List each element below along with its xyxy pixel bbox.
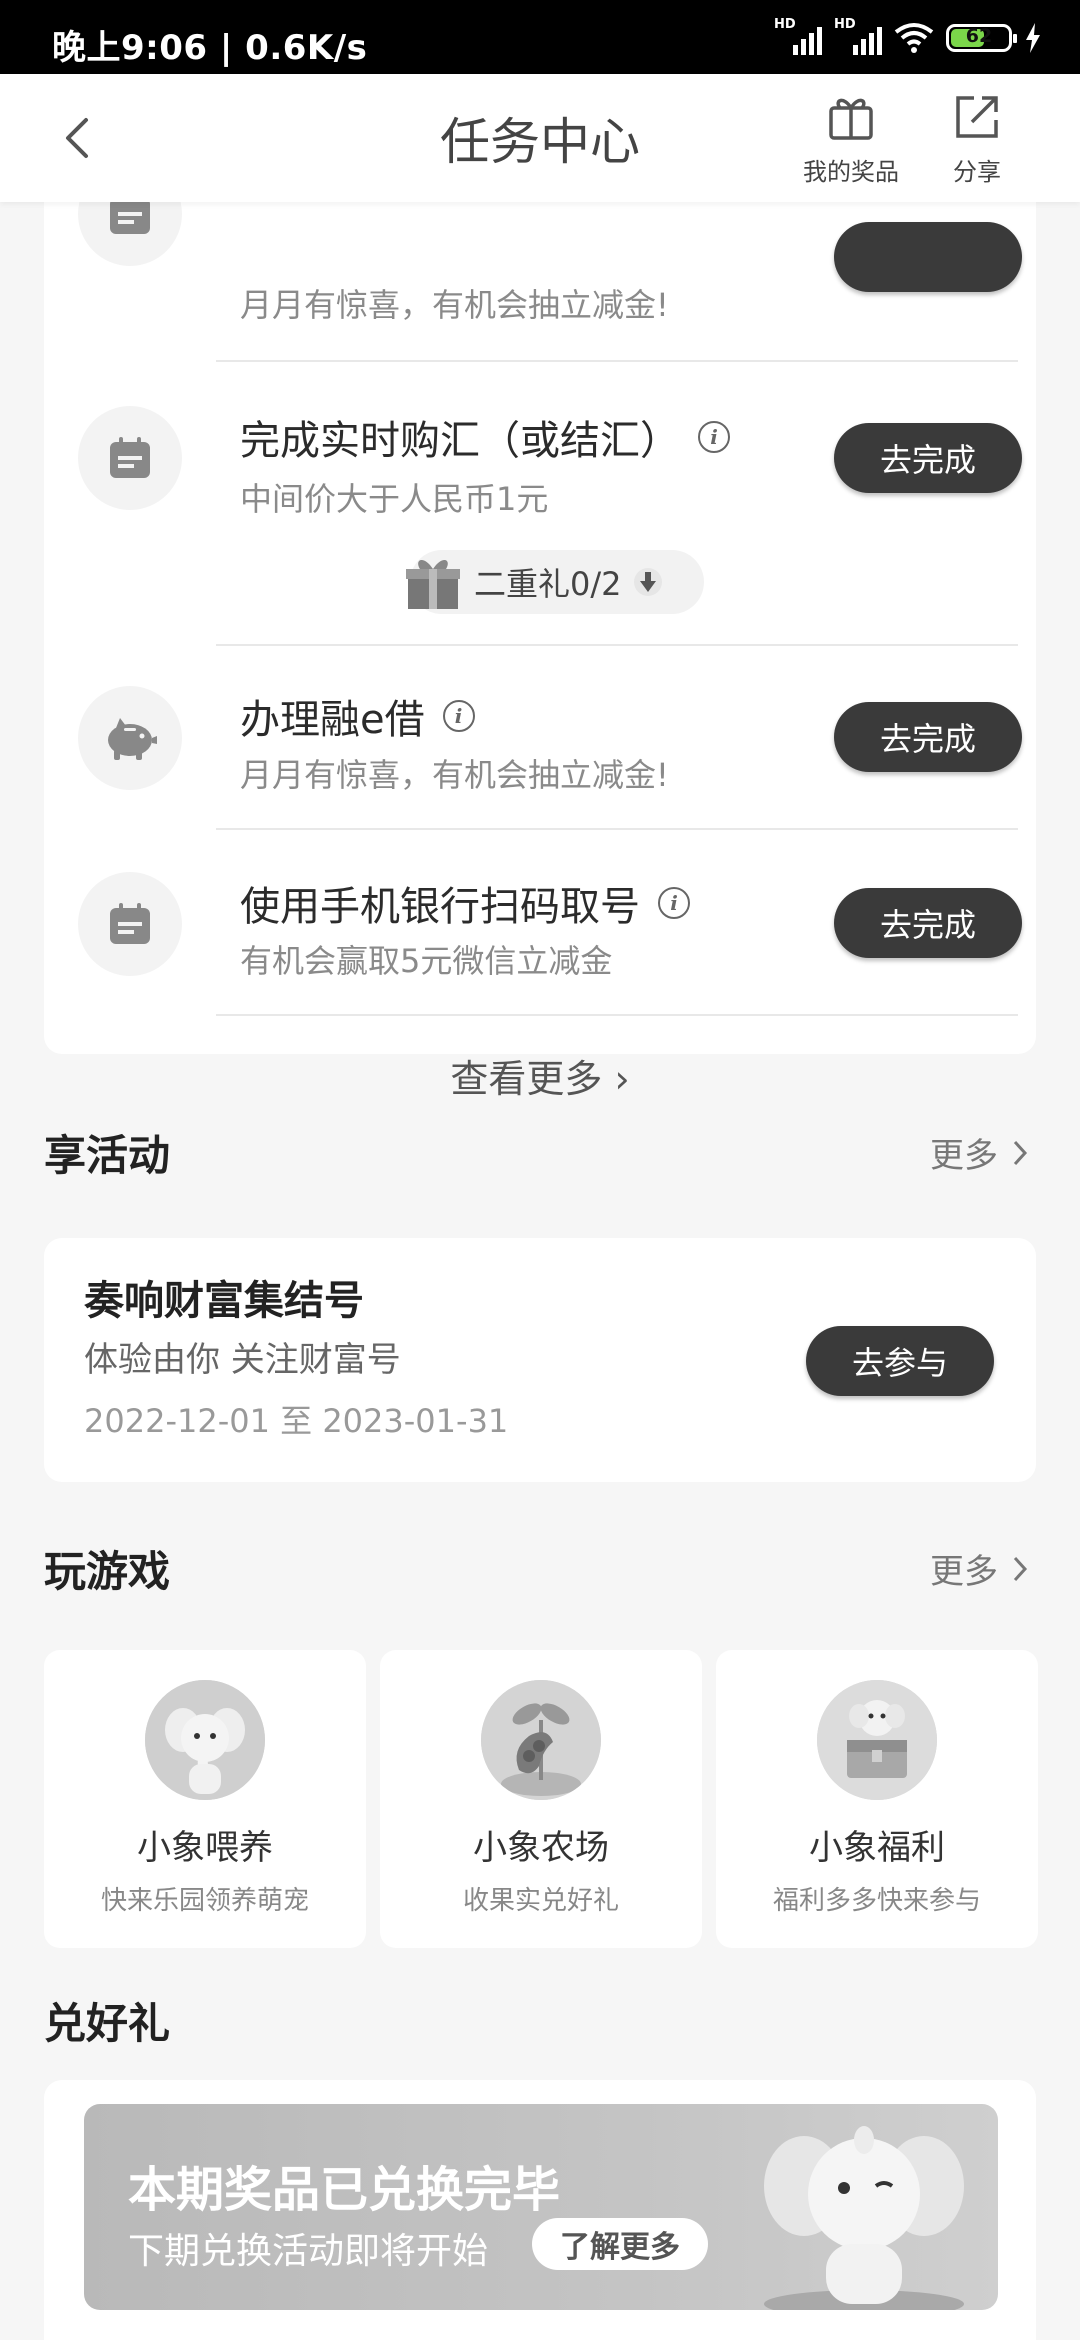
task-desc: 有机会赢取5元微信立减金: [240, 942, 613, 980]
game-desc: 收果实兑好礼: [462, 1886, 619, 1916]
calendar-icon: [110, 903, 150, 944]
activity-date-range: 2022-12-01 至 2023-01-31: [84, 1402, 509, 1440]
status-icons: HD HD 62: [774, 17, 1042, 56]
share-label: 分享: [953, 158, 1001, 186]
divider: [216, 828, 1018, 830]
status-time: 晚上9:06 | 0.6K/s: [52, 28, 368, 68]
exchange-banner[interactable]: 本期奖品已兑换完毕 下期兑换活动即将开始 了解更多: [84, 2104, 998, 2310]
game-card-farm[interactable]: 小象农场 收果实兑好礼: [380, 1650, 702, 1948]
treasure-elephant-icon: [817, 1680, 937, 1800]
game-desc: 快来乐园领养萌宠: [100, 1886, 309, 1916]
elephant-mascot-icon: [764, 2126, 964, 2310]
task-go-button[interactable]: 去完成: [834, 702, 1022, 772]
my-prize-button[interactable]: 我的奖品: [796, 92, 906, 187]
gift-box-icon: [406, 559, 460, 609]
banner-subtitle: 下期兑换活动即将开始: [128, 2231, 489, 2272]
page-header: 任务中心 我的奖品 分享: [0, 74, 1080, 202]
task-desc: 中间价大于人民币1元: [240, 480, 549, 518]
gift-section-title: 兑好礼: [44, 1999, 171, 2048]
calendar-icon: [110, 202, 150, 234]
charging-icon: [1026, 23, 1040, 53]
games-section-title: 玩游戏: [44, 1547, 171, 1596]
game-name: 小象喂养: [137, 1828, 273, 1868]
task-icon: [78, 872, 182, 976]
divider: [216, 1014, 1018, 1016]
task-go-button[interactable]: [834, 222, 1022, 292]
divider: [216, 644, 1018, 646]
game-name: 小象福利: [809, 1828, 945, 1868]
gift-progress-pill[interactable]: 二重礼0/2: [406, 550, 704, 614]
chevron-right-icon: [1013, 1556, 1028, 1581]
wifi-icon: [894, 23, 934, 53]
status-bar: 晚上9:06 | 0.6K/s HD HD 62: [0, 0, 1080, 74]
my-prize-label: 我的奖品: [803, 158, 899, 186]
game-name: 小象农场: [473, 1828, 609, 1868]
task-title-text: 办理融e借: [240, 697, 425, 743]
share-button[interactable]: 分享: [922, 92, 1032, 187]
task-title: 使用手机银行扫码取号 i: [240, 874, 690, 932]
piggy-bank-icon: [108, 718, 157, 760]
elephant-avatar-icon: [145, 1680, 265, 1800]
task-icon: [78, 202, 182, 266]
task-desc: 月月有惊喜，有机会抽立减金!: [240, 286, 669, 324]
task-title: 完成实时购汇（或结汇） i: [240, 408, 730, 466]
see-more-link[interactable]: 查看更多 ›: [44, 1048, 1036, 1103]
gift-card: 本期奖品已兑换完毕 下期兑换活动即将开始 了解更多: [44, 2080, 1036, 2340]
task-title-text: 完成实时购汇（或结汇）: [240, 418, 680, 464]
task-icon: [78, 406, 182, 510]
expand-arrow-icon: [633, 568, 662, 596]
battery-icon: 62: [946, 24, 1017, 52]
task-title-text: 使用手机银行扫码取号: [240, 884, 640, 930]
share-icon: [956, 96, 998, 138]
more-text: 更多: [930, 1552, 998, 1592]
learn-more-button[interactable]: 了解更多: [532, 2218, 708, 2270]
activity-card[interactable]: 奏响财富集结号 体验由你 关注财富号 2022-12-01 至 2023-01-…: [44, 1238, 1036, 1482]
games-more-link[interactable]: 更多: [930, 1544, 1028, 1593]
info-icon[interactable]: i: [658, 887, 690, 919]
signal-icon-2: HD: [834, 17, 882, 55]
task-desc: 月月有惊喜，有机会抽立减金!: [240, 756, 669, 794]
game-card-feeding[interactable]: 小象喂养 快来乐园领养萌宠: [44, 1650, 366, 1948]
activity-title: 奏响财富集结号: [84, 1278, 364, 1324]
chevron-right-icon: ›: [602, 1057, 630, 1101]
join-button[interactable]: 去参与: [806, 1326, 994, 1396]
task-title: 办理融e借 i: [240, 687, 475, 745]
task-icon: [78, 686, 182, 790]
signal-icon: HD: [774, 17, 822, 55]
calendar-icon: [110, 437, 150, 478]
activity-section-title: 享活动: [44, 1131, 171, 1180]
info-icon[interactable]: i: [442, 700, 475, 732]
banner-title: 本期奖品已兑换完毕: [128, 2162, 561, 2218]
game-desc: 福利多多快来参与: [772, 1886, 981, 1916]
bean-plant-icon: [481, 1680, 601, 1800]
divider: [216, 360, 1018, 362]
activity-more-link[interactable]: 更多: [930, 1128, 1028, 1177]
gift-progress-text: 二重礼0/2: [474, 565, 622, 603]
info-icon[interactable]: i: [698, 421, 730, 453]
gift-icon: [829, 98, 873, 140]
game-card-welfare[interactable]: 小象福利 福利多多快来参与: [716, 1650, 1038, 1948]
activity-subtitle: 体验由你 关注财富号: [84, 1340, 401, 1380]
see-more-text: 查看更多: [450, 1057, 603, 1101]
chevron-right-icon: [1013, 1140, 1028, 1165]
page-title: 任务中心: [440, 113, 640, 171]
content-scroll[interactable]: 月月有惊喜，有机会抽立减金! 完成实时购汇（或结汇） i 中间价大于人民币1元 …: [0, 202, 1080, 2340]
task-go-button[interactable]: 去完成: [834, 888, 1022, 958]
task-go-button[interactable]: 去完成: [834, 423, 1022, 493]
more-text: 更多: [930, 1136, 998, 1176]
task-list-card: 月月有惊喜，有机会抽立减金! 完成实时购汇（或结汇） i 中间价大于人民币1元 …: [44, 202, 1036, 1101]
